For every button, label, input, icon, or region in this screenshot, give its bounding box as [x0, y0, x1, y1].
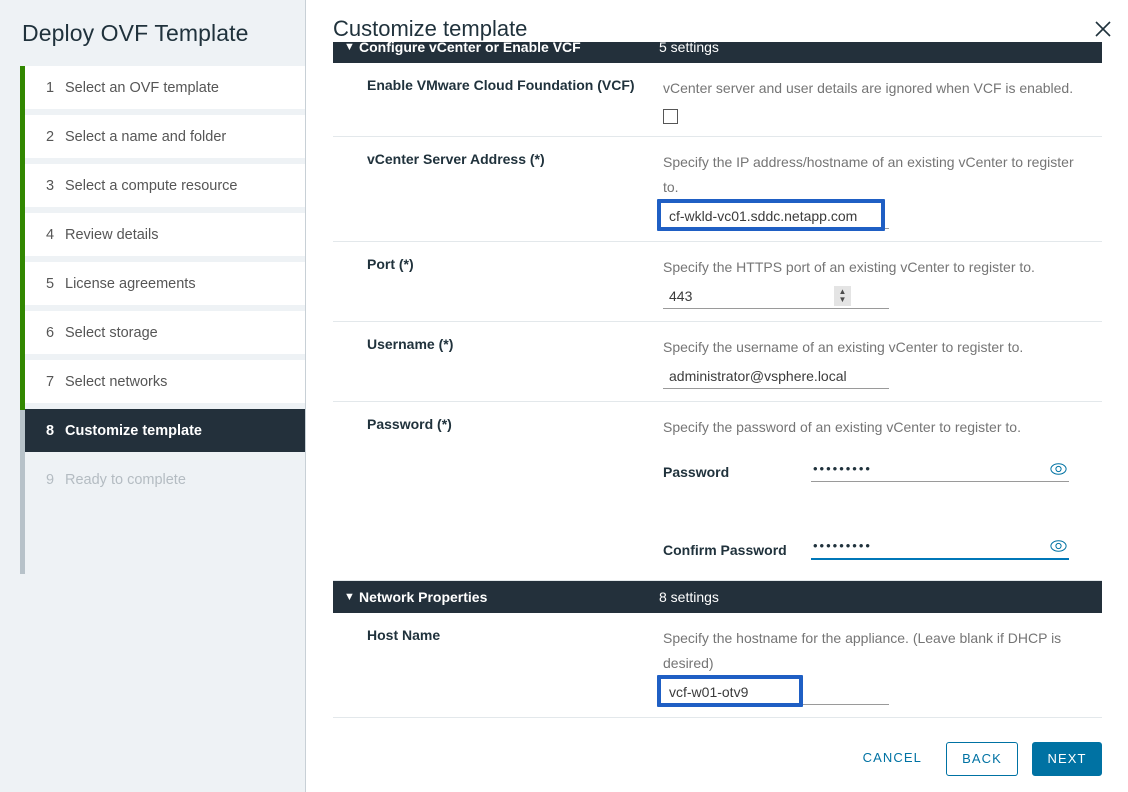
section-settings-count: 5 settings — [659, 42, 719, 55]
property-value: Specify the username of an existing vCen… — [663, 335, 1102, 389]
sidebar-step-3[interactable]: 3 Select a compute resource — [25, 164, 305, 207]
property-description: Specify the IP address/hostname of an ex… — [663, 150, 1081, 200]
step-label: Select a compute resource — [65, 178, 237, 194]
step-label: Select an OVF template — [65, 80, 219, 96]
confirm-password-field[interactable]: ••••••••• — [811, 537, 1069, 560]
sidebar-step-8[interactable]: 8 Customize template — [25, 409, 305, 452]
chevron-down-icon: ▼ — [333, 42, 359, 53]
step-number: 1 — [46, 80, 65, 96]
property-label: Username (*) — [333, 335, 663, 389]
password-field-group: Password ••••••••• — [663, 460, 1088, 560]
port-input-wrap: ▲ ▼ — [663, 286, 889, 309]
step-label: Select networks — [65, 374, 167, 390]
property-value: Specify the IP address/hostname of an ex… — [663, 150, 1102, 229]
username-input[interactable] — [663, 366, 889, 389]
eye-icon[interactable] — [1046, 540, 1069, 555]
step-label: Select a name and folder — [65, 129, 226, 145]
property-label: Port (*) — [333, 255, 663, 309]
sidebar-step-9: 9 Ready to complete — [25, 458, 305, 501]
property-row-username: Username (*) Specify the username of an … — [333, 322, 1102, 402]
property-row-port: Port (*) Specify the HTTPS port of an ex… — [333, 242, 1102, 322]
sidebar-step-1[interactable]: 1 Select an OVF template — [25, 66, 305, 109]
close-icon[interactable] — [1090, 16, 1116, 42]
step-label: Select storage — [65, 325, 158, 341]
property-row-enable-vcf: Enable VMware Cloud Foundation (VCF) vCe… — [333, 63, 1102, 137]
next-button[interactable]: NEXT — [1032, 742, 1102, 776]
property-label: vCenter Server Address (*) — [333, 150, 663, 229]
property-row-password: Password (*) Specify the password of an … — [333, 402, 1102, 581]
settings-scroll-viewport[interactable]: ▼ Configure vCenter or Enable VCF 5 sett… — [333, 42, 1108, 726]
step-number: 9 — [46, 472, 65, 488]
property-row-vcenter-server-address: vCenter Server Address (*) Specify the I… — [333, 137, 1102, 242]
step-label: Review details — [65, 227, 159, 243]
property-value: Specify the hostname for the appliance. … — [663, 626, 1102, 705]
vcenter-address-input[interactable] — [663, 206, 889, 229]
step-label: Customize template — [65, 423, 202, 439]
port-input[interactable] — [663, 286, 889, 309]
sidebar-step-7[interactable]: 7 Select networks — [25, 360, 305, 403]
section-header-configure-vcenter[interactable]: ▼ Configure vCenter or Enable VCF 5 sett… — [333, 42, 1102, 63]
step-number: 7 — [46, 374, 65, 390]
wizard-sidebar: Deploy OVF Template 1 Select an OVF temp… — [0, 0, 306, 792]
property-label: Enable VMware Cloud Foundation (VCF) — [333, 76, 663, 124]
step-number: 8 — [46, 423, 65, 439]
confirm-password-label: Confirm Password — [663, 542, 811, 560]
sidebar-step-4[interactable]: 4 Review details — [25, 213, 305, 256]
property-value: Specify the password of an existing vCen… — [663, 415, 1102, 568]
step-number: 3 — [46, 178, 65, 194]
section-header-network-properties[interactable]: ▼ Network Properties 8 settings — [333, 581, 1102, 613]
chevron-down-icon: ▼ — [333, 591, 359, 603]
eye-icon[interactable] — [1046, 463, 1069, 478]
step-number: 5 — [46, 276, 65, 292]
confirm-password-line: Confirm Password ••••••••• — [663, 537, 1088, 560]
property-label: Host Name — [333, 626, 663, 705]
port-stepper[interactable]: ▲ ▼ — [834, 286, 851, 306]
property-description: Specify the HTTPS port of an existing vC… — [663, 255, 1083, 280]
cancel-button[interactable]: CANCEL — [849, 742, 936, 776]
vcenter-address-input-wrap — [663, 200, 889, 229]
password-label: Password — [663, 464, 811, 482]
password-input[interactable]: ••••••••• — [811, 460, 1046, 481]
step-number: 4 — [46, 227, 65, 243]
sidebar-step-6[interactable]: 6 Select storage — [25, 311, 305, 354]
section-settings-count: 8 settings — [659, 589, 719, 605]
settings-list: ▼ Configure vCenter or Enable VCF 5 sett… — [333, 42, 1102, 726]
wizard-footer: CANCEL BACK NEXT — [306, 726, 1128, 792]
property-value: Specify the HTTPS port of an existing vC… — [663, 255, 1102, 309]
property-description: Specify the password of an existing vCen… — [663, 415, 1083, 440]
property-description: vCenter server and user details are igno… — [663, 76, 1083, 101]
section-title: Configure vCenter or Enable VCF — [359, 42, 659, 55]
deploy-ovf-template-wizard: Deploy OVF Template 1 Select an OVF temp… — [0, 0, 1128, 792]
enable-vcf-checkbox[interactable] — [663, 109, 678, 124]
sidebar-step-2[interactable]: 2 Select a name and folder — [25, 115, 305, 158]
password-line: Password ••••••••• — [663, 460, 1088, 482]
password-field[interactable]: ••••••••• — [811, 460, 1069, 482]
step-number: 2 — [46, 129, 65, 145]
back-button[interactable]: BACK — [946, 742, 1018, 776]
step-label: Ready to complete — [65, 472, 186, 488]
host-name-input-wrap — [663, 676, 889, 705]
page-title: Customize template — [333, 14, 527, 44]
stepper-down-icon[interactable]: ▼ — [839, 296, 847, 304]
sidebar-step-5[interactable]: 5 License agreements — [25, 262, 305, 305]
main-panel: Customize template ▼ Configure vCenter o… — [306, 0, 1128, 792]
confirm-password-input[interactable]: ••••••••• — [811, 537, 1046, 558]
property-description: Specify the hostname for the appliance. … — [663, 626, 1077, 676]
host-name-input[interactable] — [663, 682, 889, 705]
property-description: Specify the username of an existing vCen… — [663, 335, 1083, 360]
section-title: Network Properties — [359, 589, 659, 605]
wizard-step-list: 1 Select an OVF template 2 Select a name… — [0, 66, 305, 501]
step-label: License agreements — [65, 276, 196, 292]
property-label: Password (*) — [333, 415, 663, 568]
property-value: vCenter server and user details are igno… — [663, 76, 1102, 124]
property-row-ip-address: IP Address Specify the IP address for th… — [333, 718, 1102, 726]
wizard-title: Deploy OVF Template — [0, 0, 305, 48]
property-row-host-name: Host Name Specify the hostname for the a… — [333, 613, 1102, 718]
step-number: 6 — [46, 325, 65, 341]
